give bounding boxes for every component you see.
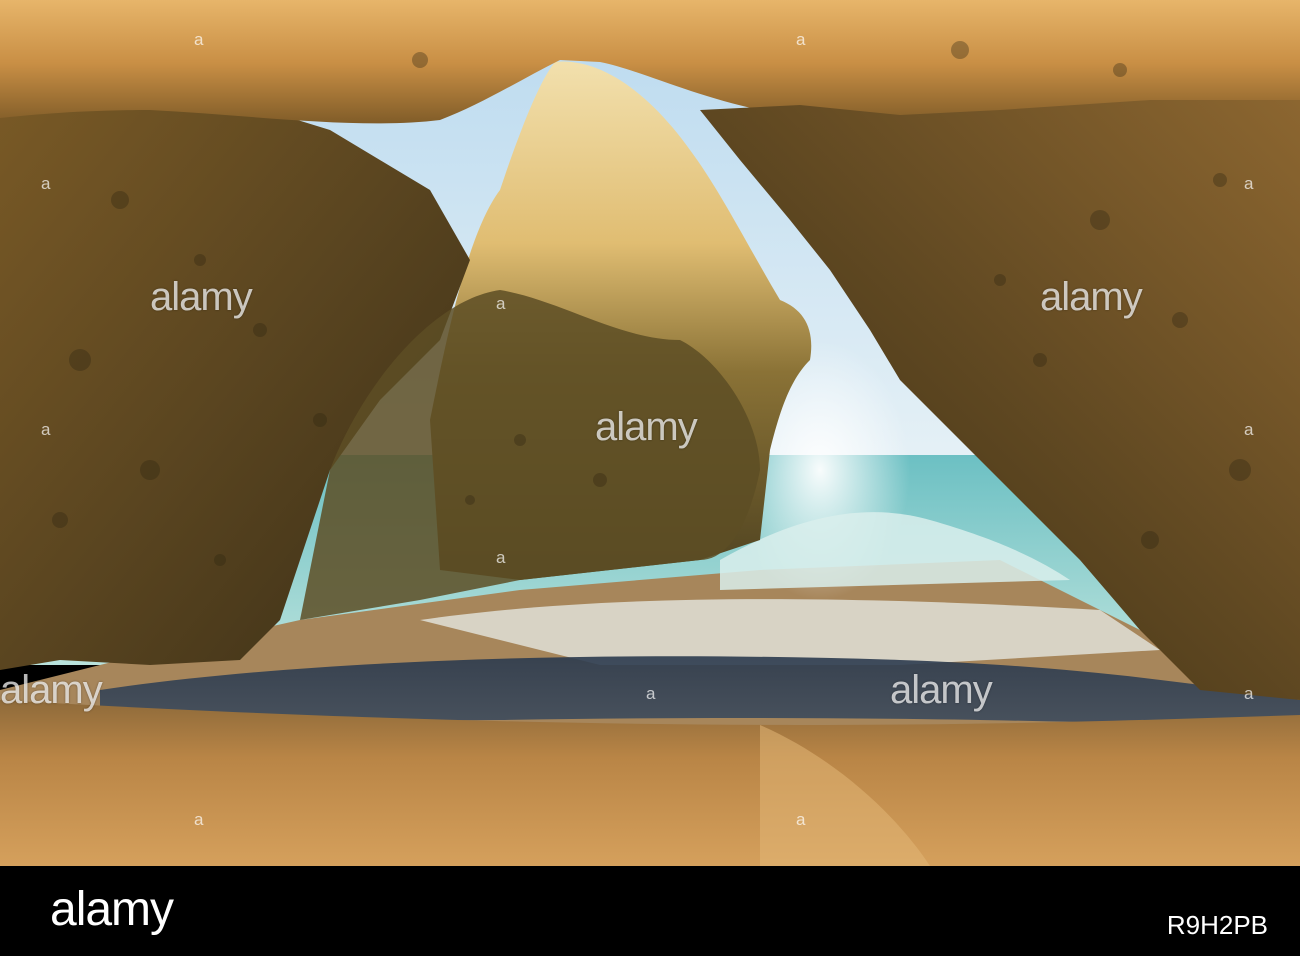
watermark: alamy bbox=[150, 275, 253, 319]
image-id: R9H2PB bbox=[1166, 910, 1268, 940]
watermark-mark: a bbox=[1244, 684, 1254, 703]
watermark: alamy bbox=[595, 405, 698, 449]
watermark-mark: a bbox=[796, 810, 806, 829]
watermark-mark: a bbox=[1244, 174, 1254, 193]
watermark-mark: a bbox=[496, 548, 506, 567]
photo: alamy alamy alamy alamy alamy a a a a a … bbox=[0, 0, 1300, 866]
watermark-mark: a bbox=[194, 810, 204, 829]
watermark-mark: a bbox=[1244, 420, 1254, 439]
watermark: alamy bbox=[890, 668, 993, 712]
watermark-mark: a bbox=[796, 30, 806, 49]
watermark-mark: a bbox=[646, 684, 656, 703]
watermark-mark: a bbox=[41, 420, 51, 439]
watermark: alamy bbox=[0, 668, 103, 712]
watermark-mark: a bbox=[41, 174, 51, 193]
watermark: alamy bbox=[1040, 275, 1143, 319]
footer-bar: alamy R9H2PB bbox=[0, 866, 1300, 956]
watermark-mark: a bbox=[496, 294, 506, 313]
watermark-mark: a bbox=[194, 30, 204, 49]
wet-sand bbox=[0, 700, 1300, 866]
footer-logo: alamy bbox=[50, 883, 174, 936]
